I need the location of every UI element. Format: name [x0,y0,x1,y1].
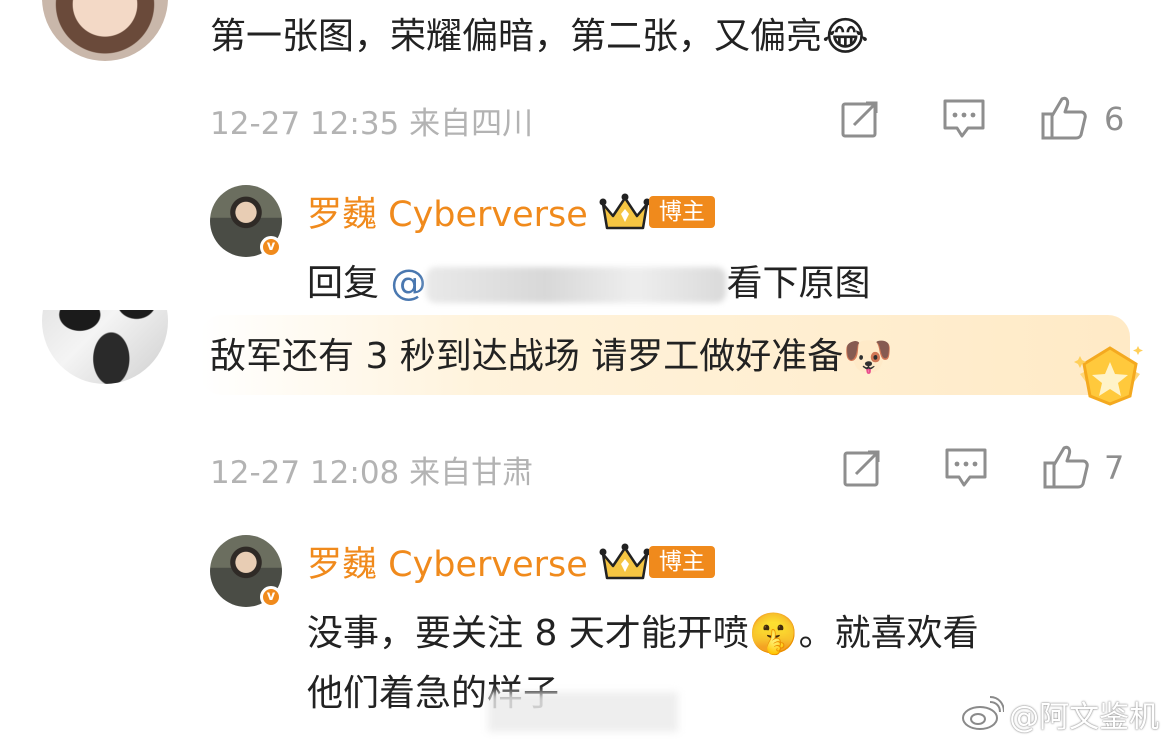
mention-link[interactable]: @ [390,263,426,304]
verified-badge-icon: v [260,236,282,258]
featured-medal-icon [1074,342,1146,406]
blogger-badge: 博主 [599,192,715,232]
shush-emoji-icon: 🤫 [748,611,799,657]
reply-prefix: 回复 [307,263,380,304]
weibo-logo-icon [962,696,1005,730]
verified-badge-icon: v [260,586,282,608]
repost-icon[interactable] [840,99,882,139]
blogger-badge-label: 博主 [648,545,715,578]
reply-text: 没事，要关注 8 天才能开喷🤫。就喜欢看 [307,612,979,656]
crown-icon [599,543,651,579]
watermark-text: @阿文鉴机 [1009,700,1160,735]
reply-suffix: 看下原图 [726,263,871,304]
blurred-username [426,267,727,303]
laugh-cry-emoji-icon: 😂 [822,14,869,60]
blogger-name[interactable]: 罗巍 Cyberverse [307,545,588,585]
reply-header: 罗巍 Cyberverse 博主 [307,536,715,587]
reply-text: 回复 @ 看下原图 [307,262,870,306]
repost-icon[interactable] [842,448,884,488]
commenter-avatar[interactable] [42,310,168,384]
comment-text: 敌军还有 3 秒到达战场 请罗工做好准备🐶 [210,335,893,379]
reply-text-part: 。就喜欢看 [798,613,979,654]
comment-icon[interactable] [944,447,988,489]
like-count: 7 [1104,449,1125,487]
comment-icon[interactable] [942,98,986,140]
crown-icon [599,193,651,229]
comment-meta: 12-27 12:08 来自甘肃 [210,455,534,491]
like-icon[interactable] [1040,95,1088,141]
blogger-badge-label: 博主 [648,195,715,228]
blogger-name[interactable]: 罗巍 Cyberverse [307,195,588,235]
blur-overlay [488,692,678,732]
watermark: @阿文鉴机 [960,692,1159,736]
comment-meta: 12-27 12:35 来自四川 [210,106,534,142]
blogger-badge: 博主 [599,542,715,582]
doge-emoji-icon: 🐶 [843,334,894,380]
like-icon[interactable] [1042,444,1090,490]
comment-body: 敌军还有 3 秒到达战场 请罗工做好准备 [210,336,844,377]
like-count: 6 [1104,100,1125,138]
comment-text: 第一张图，荣耀偏暗，第二张，又偏亮😂 [210,15,869,59]
reply-text-part: 没事，要关注 8 天才能开喷 [307,613,749,654]
commenter-avatar[interactable] [42,0,168,61]
reply-header: 罗巍 Cyberverse 博主 [307,186,715,237]
comment-body: 第一张图，荣耀偏暗，第二张，又偏亮 [210,16,823,57]
